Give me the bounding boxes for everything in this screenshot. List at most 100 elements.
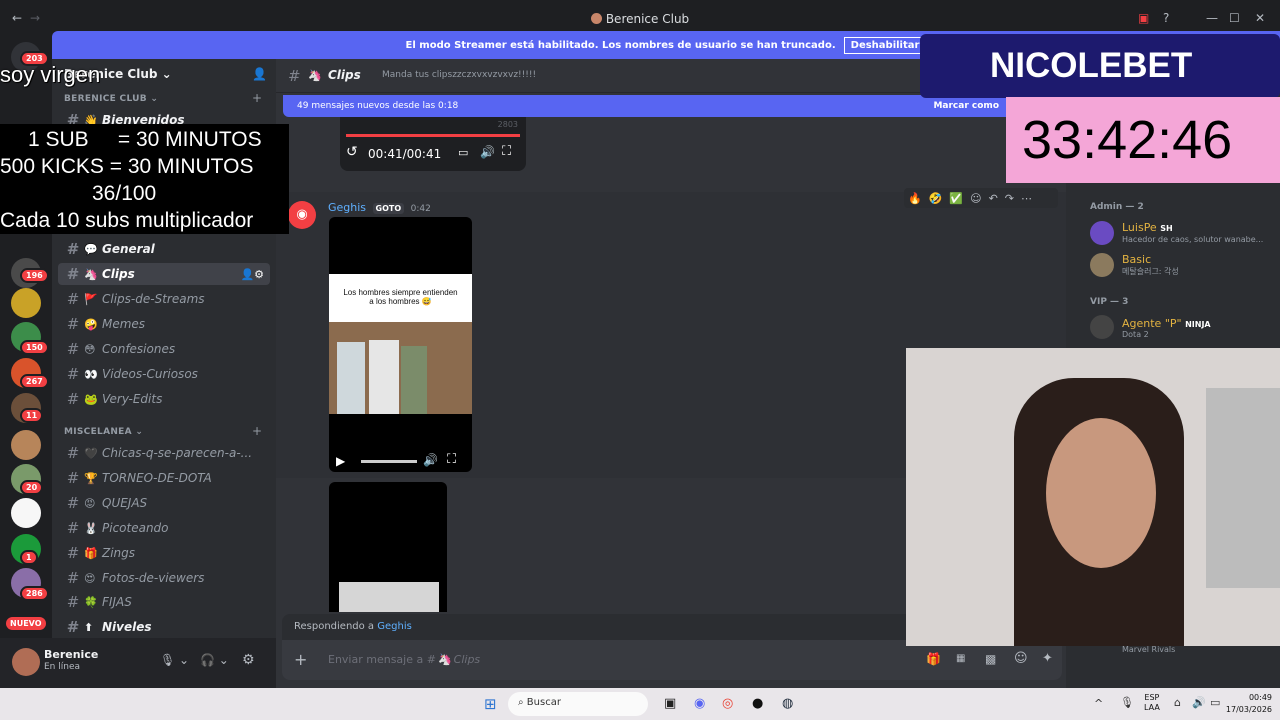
channel-emoji: 🖤 [84, 446, 98, 460]
channel-videos-curiosos[interactable]: # 👀 Videos-Curiosos [58, 363, 270, 385]
disable-streamer-button[interactable]: Deshabilitar [843, 36, 927, 54]
task-view-icon[interactable]: ▣ [664, 696, 676, 711]
network-icon[interactable]: ⌂ [1174, 696, 1181, 709]
reply-prefix: Respondiendo a [294, 621, 375, 632]
apps-icon[interactable]: ✦ [1042, 651, 1053, 666]
battery-icon[interactable]: ▭ [1210, 696, 1220, 709]
discord-avatar-icon[interactable]: ◉ [288, 201, 316, 229]
member-name[interactable]: Agente "P" NINJA [1122, 317, 1211, 330]
chrome-taskbar-icon[interactable]: ◎ [722, 696, 733, 711]
help-icon[interactable]: ? [1163, 11, 1169, 25]
channel-confesiones[interactable]: # 😳 Confesiones [58, 338, 270, 360]
category-berenice-club[interactable]: BERENICE CLUB ⌄ [64, 94, 158, 104]
reaction-icon[interactable]: 🤣 [929, 192, 943, 205]
gif-icon[interactable]: ▦ [956, 653, 965, 664]
server-icon[interactable] [11, 288, 41, 318]
channel-very-edits[interactable]: # 🐸 Very-Edits [58, 388, 270, 410]
forward-icon[interactable]: ↷ [1005, 192, 1014, 205]
reply-user[interactable]: Geghis [377, 621, 412, 632]
channel-clips[interactable]: # 🦄 Clips 👤⚙ [58, 263, 270, 285]
play-icon[interactable]: ▶ [336, 454, 345, 468]
avatar[interactable] [12, 648, 40, 676]
volume-icon[interactable]: 🔊 [1192, 696, 1206, 709]
audio-progress[interactable] [346, 134, 520, 137]
fullscreen-icon[interactable]: ⛶ [447, 452, 456, 467]
channel-clips-de-streams[interactable]: # 🚩 Clips-de-Streams [58, 288, 270, 310]
more-icon[interactable]: ⋯ [1021, 192, 1032, 205]
channel-settings-icon[interactable]: 👤⚙ [240, 268, 264, 281]
channel-label: FIJAS [102, 595, 132, 609]
reaction-icon[interactable]: ✅ [949, 192, 963, 205]
fullscreen-icon[interactable]: ⛶ [502, 144, 511, 159]
lang-secondary: LAA [1144, 703, 1160, 712]
message-input[interactable]: Enviar mensaje a # 🦄 Clips [328, 653, 480, 666]
member-name[interactable]: LuisPe SH [1122, 221, 1173, 234]
channel-label: Clips-de-Streams [102, 292, 205, 306]
windows-start-icon[interactable]: ⊞ [484, 695, 497, 713]
add-attachment-icon[interactable]: + [294, 650, 307, 669]
discord-taskbar-icon[interactable]: ◉ [694, 696, 705, 711]
avatar[interactable] [1090, 253, 1114, 277]
server-icon[interactable] [11, 430, 41, 460]
close-icon[interactable]: ✕ [1255, 11, 1265, 25]
app-taskbar-icon[interactable]: ● [752, 696, 763, 711]
member-tag: SH [1160, 224, 1173, 233]
language-indicator[interactable]: ESP LAA [1144, 693, 1160, 713]
emoji-icon[interactable]: ☺ [1014, 651, 1028, 666]
avatar[interactable] [1090, 315, 1114, 339]
channel-picoteando[interactable]: # 🐰 Picoteando [58, 517, 270, 539]
add-channel-icon[interactable]: + [252, 91, 262, 105]
invite-icon[interactable]: 👤 [252, 67, 267, 81]
server-badge: 286 [20, 586, 49, 601]
channel-torneo-de-dota[interactable]: # 🏆 TORNEO-DE-DOTA [58, 467, 270, 489]
video-progress[interactable] [361, 460, 417, 463]
brand-overlay: NICOLEBET [920, 34, 1280, 98]
maximize-icon[interactable]: ☐ [1229, 11, 1240, 25]
gift-icon[interactable]: 🎁 [926, 652, 941, 666]
channel-zings[interactable]: # 🎁 Zings [58, 542, 270, 564]
steam-taskbar-icon[interactable]: ◍ [782, 696, 793, 711]
chevron-up-icon[interactable]: ^ [1094, 697, 1103, 710]
channel-label: Chicas-q-se-parecen-a-... [102, 446, 253, 460]
server-icon[interactable] [11, 498, 41, 528]
channel-quejas[interactable]: # 😡 QUEJAS [58, 492, 270, 514]
volume-icon[interactable]: 🔊 [480, 145, 495, 159]
clock-time: 00:49 [1248, 693, 1272, 702]
add-channel-icon[interactable]: + [252, 424, 262, 438]
channel-memes[interactable]: # 🤪 Memes [58, 313, 270, 335]
category-miscelanea[interactable]: MISCELANEA ⌄ [64, 427, 143, 437]
video-embed[interactable]: Los hombres siempre entienden a los homb… [329, 217, 472, 472]
mark-as-read-button[interactable]: Marcar como [933, 101, 999, 111]
settings-gear-icon[interactable]: ⚙ [242, 652, 255, 668]
replay-icon[interactable]: ↺ [346, 144, 358, 160]
add-reaction-icon[interactable]: ☺ [970, 192, 981, 205]
person-figure [337, 342, 365, 414]
chair-figure [1206, 388, 1280, 588]
new-messages-bar[interactable]: 49 mensajes nuevos desde las 0:18 Marcar… [283, 95, 1013, 117]
channel-niveles[interactable]: # ⬆ Niveles [58, 616, 270, 638]
channel-general[interactable]: # 💬 General [58, 238, 270, 260]
inbox-icon[interactable]: ▣ [1138, 11, 1149, 25]
video-embed[interactable] [329, 482, 447, 612]
channel-fijas[interactable]: # 🍀 FIJAS [58, 591, 270, 613]
username: Berenice [44, 648, 99, 661]
microphone-icon[interactable]: 🎙 ⌄ [160, 653, 189, 667]
caption-icon[interactable]: ▭ [458, 146, 468, 159]
channel-fotos-de-viewers[interactable]: # 😍 Fotos-de-viewers [58, 567, 270, 589]
channel-label: Clips [102, 267, 135, 281]
microphone-icon[interactable]: 🎙 [1120, 696, 1134, 709]
minimize-icon[interactable]: — [1206, 11, 1218, 25]
sticker-icon[interactable]: ▩ [985, 652, 996, 666]
member-name[interactable]: Basic [1122, 253, 1151, 266]
avatar[interactable] [1090, 221, 1114, 245]
reply-icon[interactable]: ↶ [989, 192, 998, 205]
reaction-icon[interactable]: 🔥 [908, 192, 922, 205]
channel-chicas[interactable]: # 🖤 Chicas-q-se-parecen-a-... [58, 442, 270, 464]
volume-icon[interactable]: 🔊 [423, 453, 438, 467]
channel-label: Fotos-de-viewers [102, 571, 205, 585]
clock[interactable]: 00:49 17/03/2026 [1222, 692, 1272, 716]
taskbar-search[interactable]: ⌕ Buscar [508, 692, 648, 716]
brand-text: NICOLEBET [990, 46, 1193, 85]
headphones-icon[interactable]: 🎧 ⌄ [200, 653, 229, 667]
message-author[interactable]: Geghis [328, 201, 366, 214]
